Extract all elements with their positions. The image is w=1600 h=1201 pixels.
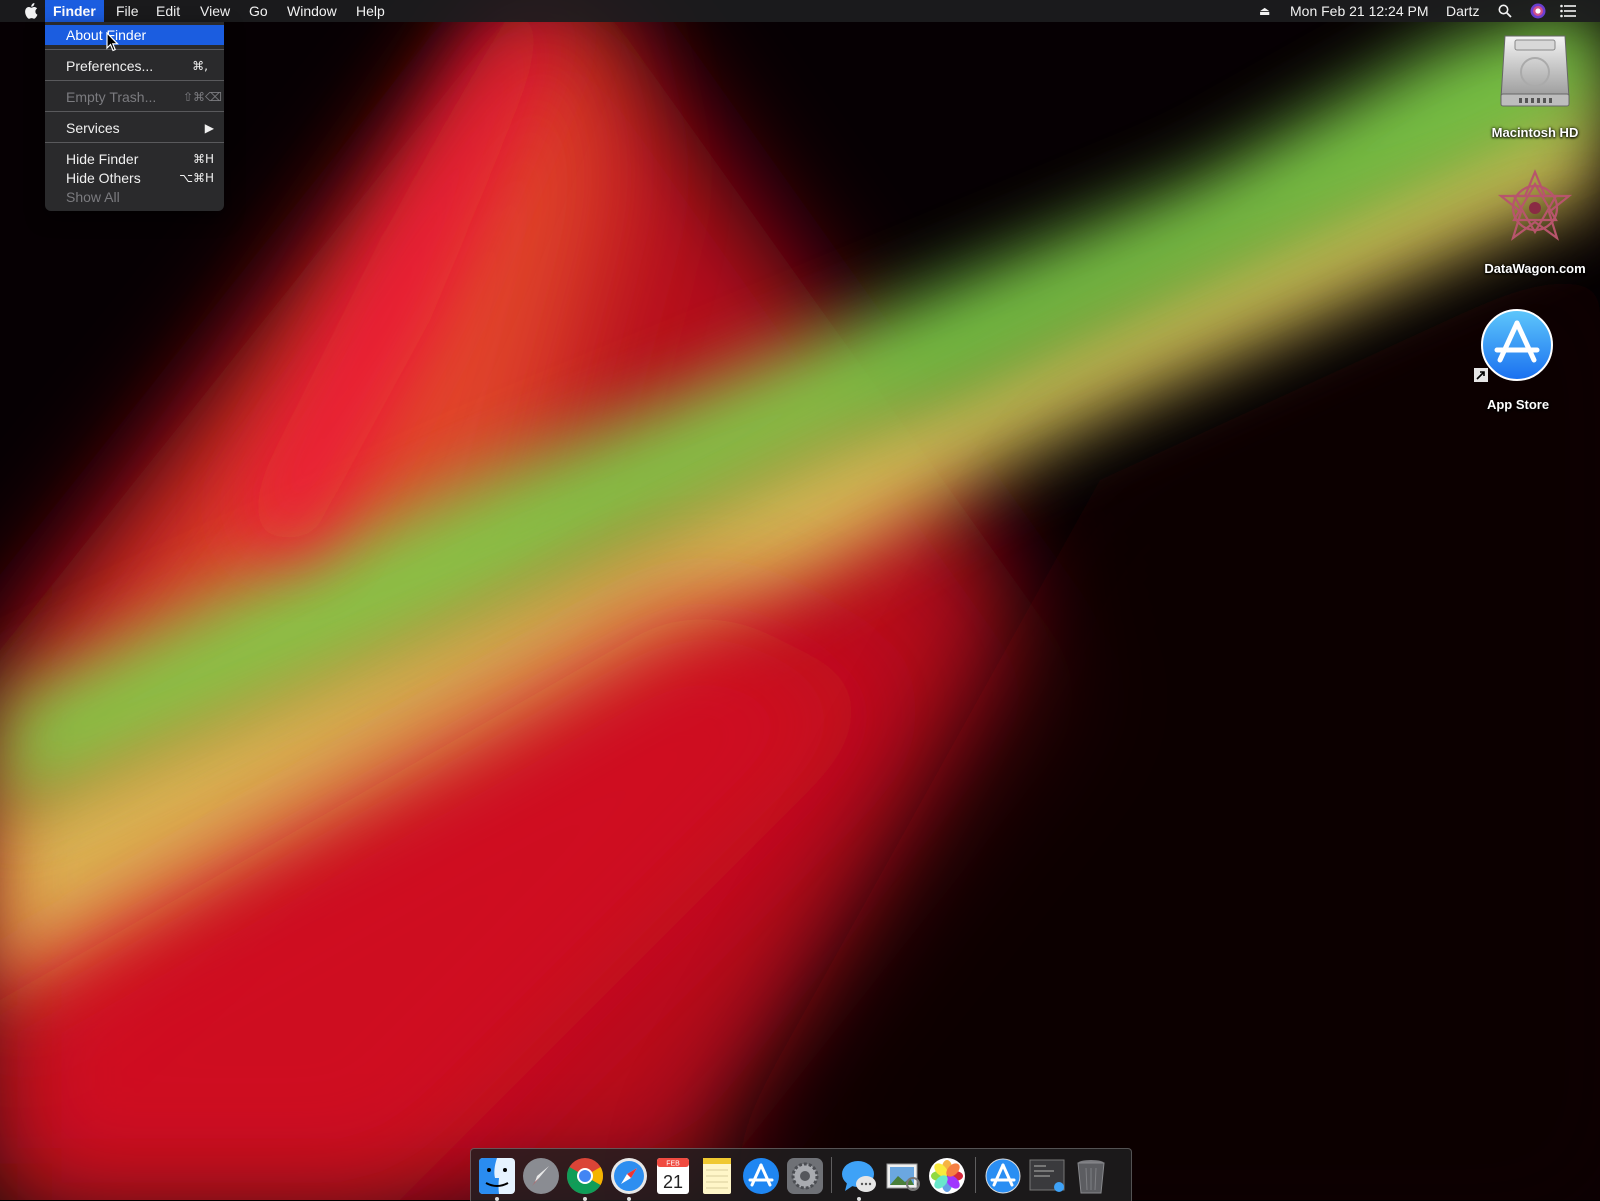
menu-separator bbox=[45, 142, 224, 143]
menu-item-empty-trash: Empty Trash... ⇧⌘⌫ bbox=[66, 89, 222, 105]
apple-logo-icon[interactable] bbox=[16, 0, 46, 22]
menu-edit[interactable]: Edit bbox=[148, 0, 188, 22]
menu-item-preferences[interactable]: Preferences... ⌘, bbox=[45, 56, 224, 76]
app-store-icon bbox=[1481, 309, 1553, 381]
alias-arrow-icon bbox=[1474, 368, 1488, 382]
dock-notes[interactable] bbox=[697, 1156, 737, 1196]
messages-icon bbox=[842, 1161, 876, 1192]
launchpad-icon bbox=[523, 1158, 559, 1194]
desktop-icon-label: Macintosh HD bbox=[1491, 125, 1579, 140]
submenu-arrow-icon: ▶ bbox=[204, 121, 214, 135]
folder-stack-icon bbox=[1029, 1159, 1065, 1192]
calendar-month: FEB bbox=[666, 1161, 680, 1168]
menu-file[interactable]: File bbox=[108, 0, 147, 22]
dock-separator bbox=[831, 1157, 832, 1193]
running-indicator bbox=[583, 1197, 587, 1201]
photos-icon bbox=[929, 1158, 965, 1194]
desktop-wallpaper bbox=[0, 0, 1600, 1200]
dock-calendar[interactable]: FEB 21 bbox=[653, 1156, 693, 1196]
dock-app-store[interactable] bbox=[741, 1156, 781, 1196]
dock-photos[interactable] bbox=[927, 1156, 967, 1196]
eject-icon[interactable]: ⏏ bbox=[1259, 0, 1270, 22]
menu-item-show-all: Show All bbox=[66, 189, 120, 205]
desktop-icon-label: DataWagon.com bbox=[1484, 261, 1586, 276]
dock-system-preferences[interactable] bbox=[785, 1156, 825, 1196]
preview-icon bbox=[886, 1163, 920, 1191]
dock-separator bbox=[975, 1157, 976, 1193]
menu-item-about-finder[interactable]: About Finder bbox=[45, 25, 224, 45]
chrome-icon bbox=[566, 1158, 604, 1195]
desktop-icon-macintosh-hd[interactable]: Macintosh HD bbox=[1465, 32, 1600, 142]
menu-go[interactable]: Go bbox=[241, 0, 276, 22]
menu-separator bbox=[45, 80, 224, 81]
dock-trash[interactable] bbox=[1071, 1156, 1111, 1196]
desktop-icon-app-store[interactable]: App Store bbox=[1448, 308, 1588, 418]
menu-separator bbox=[45, 111, 224, 112]
finder-menu-dropdown: About Finder Preferences... ⌘, Empty Tra… bbox=[45, 22, 224, 211]
mouse-pointer-icon bbox=[106, 32, 119, 52]
dock-chrome[interactable] bbox=[565, 1156, 605, 1201]
search-icon[interactable] bbox=[1498, 0, 1512, 22]
safari-icon bbox=[611, 1158, 647, 1194]
dock-safari[interactable] bbox=[609, 1156, 649, 1201]
dock: FEB 21 bbox=[470, 1148, 1132, 1201]
menu-item-hide-finder[interactable]: Hide Finder ⌘H bbox=[45, 149, 224, 169]
dock-launchpad[interactable] bbox=[521, 1156, 561, 1196]
calendar-icon: FEB 21 bbox=[657, 1158, 689, 1194]
desktop-icon-label: App Store bbox=[1486, 397, 1550, 412]
menu-window[interactable]: Window bbox=[279, 0, 345, 22]
desktop-icon-datawagon[interactable]: DataWagon.com bbox=[1465, 168, 1600, 278]
dock-preview[interactable] bbox=[883, 1156, 923, 1196]
dock-app-store-downloads[interactable] bbox=[983, 1156, 1023, 1196]
notification-center-icon[interactable] bbox=[1560, 0, 1576, 22]
trash-icon bbox=[1077, 1160, 1105, 1194]
app-store-icon bbox=[985, 1158, 1021, 1194]
siri-icon[interactable] bbox=[1530, 0, 1546, 22]
finder-icon bbox=[479, 1158, 515, 1194]
menu-item-hide-others[interactable]: Hide Others ⌥⌘H bbox=[45, 168, 224, 188]
dock-messages[interactable] bbox=[839, 1156, 879, 1201]
notes-icon bbox=[703, 1158, 731, 1194]
dock-finder[interactable] bbox=[477, 1156, 517, 1201]
running-indicator bbox=[495, 1197, 499, 1201]
hard-drive-icon bbox=[1500, 35, 1570, 107]
menubar-user[interactable]: Dartz bbox=[1446, 0, 1479, 22]
gear-icon bbox=[787, 1158, 823, 1194]
datawagon-logo-icon bbox=[1497, 169, 1573, 241]
app-store-icon bbox=[743, 1158, 779, 1194]
menu-finder[interactable]: Finder bbox=[45, 0, 104, 22]
menu-item-services[interactable]: Services ▶ bbox=[45, 118, 224, 138]
menu-separator bbox=[45, 49, 224, 50]
menubar-clock[interactable]: Mon Feb 21 12:24 PM bbox=[1290, 0, 1429, 22]
menu-view[interactable]: View bbox=[192, 0, 238, 22]
menu-help[interactable]: Help bbox=[348, 0, 393, 22]
calendar-day: 21 bbox=[663, 1172, 683, 1192]
menu-bar: Finder File Edit View Go Window Help ⏏ M… bbox=[0, 0, 1600, 22]
running-indicator bbox=[857, 1197, 861, 1201]
running-indicator bbox=[627, 1197, 631, 1201]
dock-screenshots-stack[interactable] bbox=[1027, 1156, 1067, 1196]
